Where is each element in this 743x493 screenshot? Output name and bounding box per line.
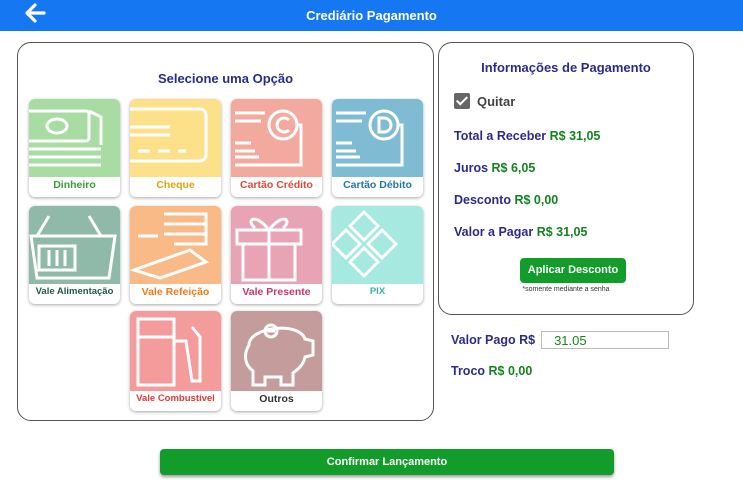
pix-icon bbox=[332, 206, 423, 284]
option-cartao-debito[interactable]: Cartão Débito bbox=[332, 99, 423, 197]
header-bar: Crediário Pagamento bbox=[0, 0, 743, 31]
apply-discount-button[interactable]: Aplicar Desconto bbox=[520, 258, 626, 283]
option-cheque[interactable]: Cheque bbox=[130, 99, 221, 197]
desconto-label: Desconto bbox=[454, 193, 511, 207]
option-vale-refeicao[interactable]: Vale Refeição bbox=[130, 206, 221, 304]
total-value: R$ 31,05 bbox=[549, 129, 601, 143]
juros-label: Juros bbox=[454, 161, 489, 175]
troco-value: R$ 0,00 bbox=[488, 364, 533, 378]
desconto-row: Desconto R$ 0,00 bbox=[454, 193, 558, 207]
payment-options-panel: Selecione uma Opção Dinheiro Cheque Cart… bbox=[17, 42, 434, 421]
option-label: Vale Refeição bbox=[141, 286, 210, 298]
debit-card-icon bbox=[332, 99, 423, 177]
option-label: Vale Combustível bbox=[136, 393, 215, 404]
confirm-button[interactable]: Confirmar Lançamento bbox=[160, 449, 614, 475]
option-label: Cheque bbox=[156, 179, 195, 191]
option-label: Outros bbox=[259, 393, 294, 405]
option-outros[interactable]: Outros bbox=[231, 311, 322, 411]
fuel-pump-icon bbox=[130, 311, 221, 391]
option-label: Vale Alimentação bbox=[35, 286, 114, 297]
valor-pago-row: Valor Pago R$ bbox=[451, 331, 670, 349]
valor-pagar-label: Valor a Pagar bbox=[454, 225, 534, 239]
page-title: Crediário Pagamento bbox=[306, 8, 437, 23]
valor-pagar-row: Valor a Pagar R$ 31,05 bbox=[454, 225, 587, 239]
option-label: Vale Presente bbox=[242, 286, 311, 298]
option-label: PIX bbox=[369, 286, 386, 297]
quitar-option[interactable]: Quitar bbox=[454, 93, 515, 109]
option-vale-presente[interactable]: Vale Presente bbox=[231, 206, 322, 304]
troco-label: Troco bbox=[451, 364, 486, 378]
option-pix[interactable]: PIX bbox=[332, 206, 423, 304]
option-label: Cartão Débito bbox=[343, 179, 412, 191]
quitar-checkbox[interactable] bbox=[454, 93, 470, 109]
basket-icon bbox=[29, 206, 120, 284]
total-row: Total a Receber R$ 31,05 bbox=[454, 129, 600, 143]
apply-discount-note: *somente mediante a senha bbox=[522, 286, 610, 293]
cash-icon bbox=[29, 99, 120, 177]
option-label: Cartão Crédito bbox=[240, 179, 313, 191]
cheque-icon bbox=[130, 99, 221, 177]
option-label: Dinheiro bbox=[53, 179, 96, 191]
credit-card-icon bbox=[231, 99, 322, 177]
options-title: Selecione uma Opção bbox=[157, 71, 294, 86]
quitar-label: Quitar bbox=[477, 93, 516, 109]
option-dinheiro[interactable]: Dinheiro bbox=[29, 99, 120, 197]
option-vale-alimentacao[interactable]: Vale Alimentação bbox=[29, 206, 120, 304]
piggy-bank-icon bbox=[231, 311, 322, 391]
payment-info-title: Informações de Pagamento bbox=[481, 60, 651, 75]
valor-pago-label: Valor Pago R$ bbox=[451, 333, 536, 347]
meal-icon bbox=[130, 206, 221, 284]
troco-row: Troco R$ 0,00 bbox=[451, 364, 532, 378]
juros-row: Juros R$ 6,05 bbox=[454, 161, 535, 175]
valor-pagar-value: R$ 31,05 bbox=[536, 225, 588, 239]
total-label: Total a Receber bbox=[454, 129, 547, 143]
payment-info-panel: Informações de Pagamento Quitar Total a … bbox=[438, 42, 694, 315]
desconto-value: R$ 0,00 bbox=[514, 193, 559, 207]
option-cartao-credito[interactable]: Cartão Crédito bbox=[231, 99, 322, 197]
gift-icon bbox=[231, 206, 322, 284]
valor-pago-input[interactable] bbox=[541, 331, 670, 349]
option-vale-combustivel[interactable]: Vale Combustível bbox=[130, 311, 221, 411]
juros-value: R$ 6,05 bbox=[491, 161, 536, 175]
